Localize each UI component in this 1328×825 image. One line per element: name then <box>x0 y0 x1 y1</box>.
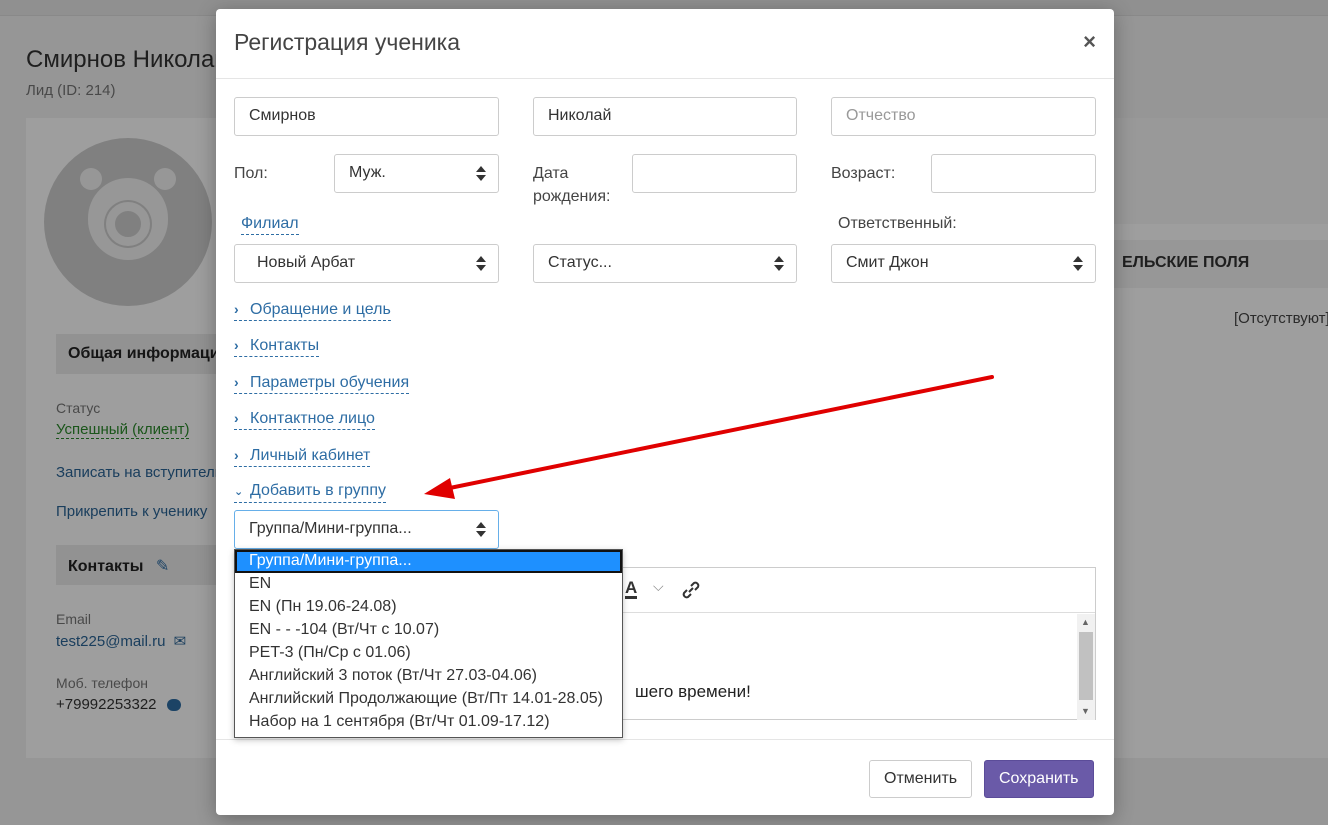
responsible-label: Ответственный: <box>838 215 957 232</box>
dropdown-option[interactable]: Английский 3 поток (Вт/Чт 27.03-04.06) <box>235 665 622 688</box>
scroll-down-icon[interactable]: ▼ <box>1081 706 1090 716</box>
section-contact-person[interactable]: › Контактное лицо <box>234 408 375 430</box>
status-select[interactable]: Статус... <box>533 244 797 283</box>
branch-label-link[interactable]: Филиал <box>241 214 299 235</box>
chevron-down-icon[interactable]: ⌵ <box>653 578 664 595</box>
modal-footer: Отменить Сохранить <box>216 739 1114 815</box>
select-arrows-icon <box>476 256 486 272</box>
section-add-to-group[interactable]: ⌄ Добавить в группу <box>234 481 386 503</box>
chevron-right-icon: › <box>234 337 239 353</box>
group-select[interactable]: Группа/Мини-группа... <box>234 510 499 549</box>
cancel-button[interactable]: Отменить <box>869 760 973 798</box>
responsible-select[interactable]: Смит Джон <box>831 244 1096 283</box>
editor-scrollbar[interactable]: ▲ ▼ <box>1077 614 1095 720</box>
save-button[interactable]: Сохранить <box>984 760 1094 798</box>
scrollbar-thumb[interactable] <box>1079 632 1093 700</box>
dropdown-option[interactable]: PET-3 (Пн/Ср с 01.06) <box>235 642 622 665</box>
close-icon[interactable]: × <box>1083 29 1096 55</box>
chevron-right-icon: › <box>234 374 239 390</box>
select-arrows-icon <box>774 256 784 272</box>
font-color-icon[interactable]: A <box>625 579 638 599</box>
chevron-right-icon: › <box>234 301 239 317</box>
gender-label: Пол: <box>234 165 268 182</box>
chevron-right-icon: › <box>234 447 239 463</box>
editor-content[interactable]: шего времени! <box>635 682 751 702</box>
section-appeal-goal[interactable]: › Обращение и цель <box>234 299 391 321</box>
age-label: Возраст: <box>831 165 896 182</box>
age-input[interactable] <box>931 154 1096 193</box>
select-arrows-icon <box>1073 256 1083 272</box>
dropdown-option[interactable]: EN - - -104 (Вт/Чт с 10.07) <box>235 619 622 642</box>
dropdown-option[interactable]: EN <box>235 573 622 596</box>
select-arrows-icon <box>476 522 486 538</box>
group-dropdown-list: Группа/Мини-группа... EN EN (Пн 19.06-24… <box>234 549 623 738</box>
branch-select[interactable]: Новый Арбат <box>234 244 499 283</box>
modal-header: Регистрация ученика × <box>216 9 1114 79</box>
gender-select-value: Муж. <box>349 164 386 181</box>
gender-select[interactable]: Муж. <box>334 154 499 193</box>
section-personal-account[interactable]: › Личный кабинет <box>234 445 371 467</box>
chevron-down-icon: ⌄ <box>234 486 244 498</box>
link-icon[interactable] <box>679 578 703 602</box>
chevron-right-icon: › <box>234 410 239 426</box>
dropdown-option[interactable]: EN (Пн 19.06-24.08) <box>235 596 622 619</box>
section-contacts[interactable]: › Контакты <box>234 335 320 357</box>
last-name-input[interactable]: Смирнов <box>234 97 499 136</box>
group-select-value: Группа/Мини-группа... <box>249 520 412 537</box>
dropdown-option[interactable]: Английский Продолжающие (Вт/Пт 14.01-28.… <box>235 688 622 711</box>
middle-name-input[interactable]: Отчество <box>831 97 1096 136</box>
modal-title: Регистрация ученика <box>234 29 461 55</box>
section-learning-params[interactable]: › Параметры обучения <box>234 372 410 394</box>
birthdate-input[interactable] <box>632 154 797 193</box>
responsible-select-value: Смит Джон <box>846 254 929 271</box>
dropdown-option[interactable]: Группа/Мини-группа... <box>235 550 622 573</box>
status-select-value: Статус... <box>548 254 612 271</box>
select-arrows-icon <box>476 166 486 182</box>
first-name-input[interactable]: Николай <box>533 97 797 136</box>
branch-select-value: Новый Арбат <box>257 254 356 271</box>
dropdown-option[interactable]: Набор на 1 сентября (Вт/Чт 01.09-17.12) <box>235 711 622 734</box>
scroll-up-icon[interactable]: ▲ <box>1081 617 1090 627</box>
birthdate-label: Дата рождения: <box>533 165 611 205</box>
